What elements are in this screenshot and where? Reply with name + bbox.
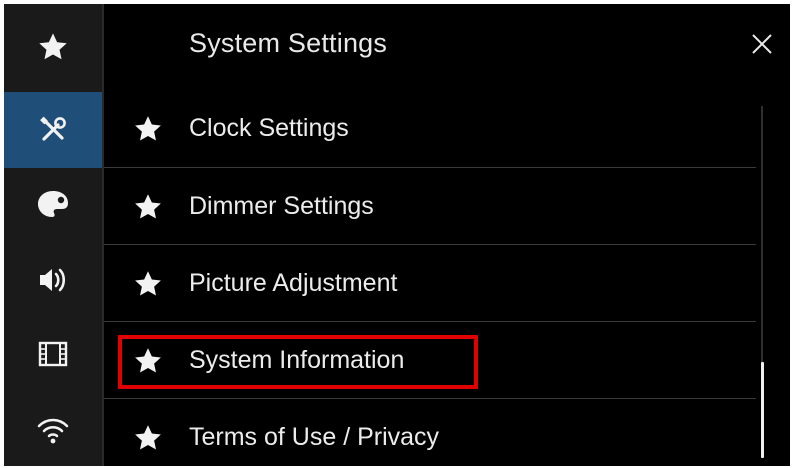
star-icon (133, 346, 163, 376)
settings-list: Clock Settings Dimmer Settings Picture A… (104, 90, 756, 466)
sidebar-item-favorites[interactable] (4, 9, 102, 85)
list-item-label: Clock Settings (189, 114, 349, 142)
settings-screen: System Settings Clock Settings Dimmer Se… (4, 4, 790, 466)
header: System Settings (104, 4, 790, 88)
list-item-dimmer-settings[interactable]: Dimmer Settings (104, 168, 756, 245)
list-item-picture-adjustment[interactable]: Picture Adjustment (104, 245, 756, 322)
list-item-label: Picture Adjustment (189, 269, 398, 297)
sidebar-item-network[interactable] (4, 392, 102, 466)
list-item-label: Terms of Use / Privacy (189, 423, 440, 451)
tools-icon (35, 112, 71, 148)
sidebar-item-theme[interactable] (4, 166, 102, 242)
list-item-system-information[interactable]: System Information (104, 322, 756, 399)
list-item-label: System Information (189, 346, 405, 374)
list-item-label: Dimmer Settings (189, 192, 374, 220)
star-icon (133, 192, 163, 222)
film-icon (37, 340, 69, 368)
close-icon (750, 32, 774, 61)
sidebar (4, 4, 102, 466)
list-item-clock-settings[interactable]: Clock Settings (104, 90, 756, 167)
star-icon (133, 423, 163, 453)
star-icon (133, 114, 163, 144)
list-item-terms-of-use-privacy[interactable]: Terms of Use / Privacy (104, 399, 756, 466)
star-icon (37, 31, 69, 63)
scrollbar-thumb[interactable] (761, 362, 764, 458)
sidebar-item-audio[interactable] (4, 242, 102, 318)
speaker-icon (36, 265, 70, 295)
palette-icon (36, 189, 70, 219)
close-button[interactable] (746, 30, 778, 62)
sidebar-item-system[interactable] (4, 92, 102, 168)
page-title: System Settings (189, 28, 388, 58)
star-icon (133, 269, 163, 299)
sidebar-item-video[interactable] (4, 316, 102, 392)
wifi-icon (36, 415, 70, 445)
